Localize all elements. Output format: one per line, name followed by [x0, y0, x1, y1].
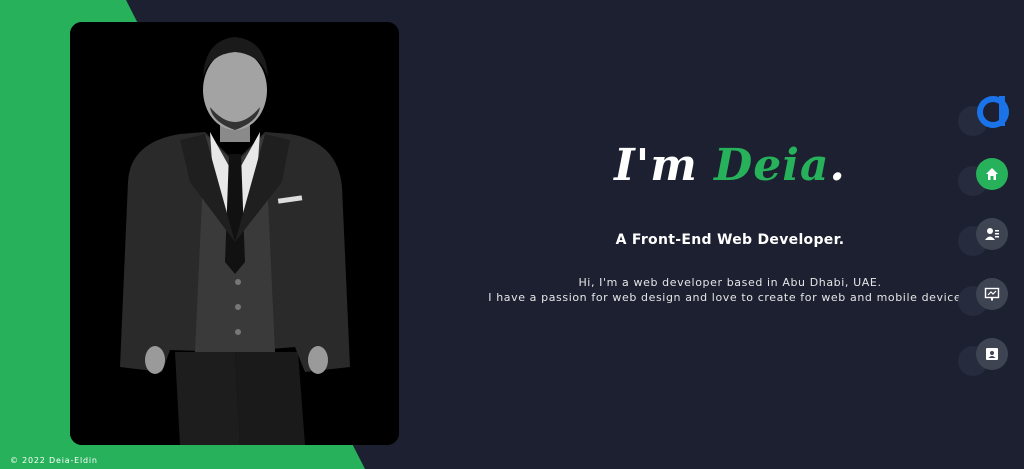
- hero-name: Deia: [714, 140, 830, 191]
- about-icon: [985, 228, 999, 240]
- hero-subtitle: A Front-End Web Developer.: [615, 232, 845, 248]
- intro-line-1: Hi, I'm a web developer based in Abu Dha…: [578, 276, 882, 289]
- nav-about-button[interactable]: [976, 218, 1008, 250]
- hero-title: I'm Deia.: [470, 140, 990, 191]
- hero-period: .: [829, 140, 846, 191]
- nav-home-button[interactable]: [976, 158, 1008, 190]
- hero-intro: Hi, I'm a web developer based in Abu Dha…: [470, 275, 990, 305]
- footer-copyright: © 2022 Deia-Eldin: [10, 456, 98, 465]
- hero-heading-container: I'm Deia.: [470, 140, 990, 191]
- site-logo-icon[interactable]: [975, 94, 1011, 130]
- nav-contact-button[interactable]: [976, 338, 1008, 370]
- home-icon: [986, 168, 998, 180]
- portfolio-icon: [984, 287, 1000, 301]
- nav-portfolio-button[interactable]: [976, 278, 1008, 310]
- contact-icon: [986, 348, 998, 360]
- intro-line-2: I have a passion for web design and love…: [488, 291, 972, 304]
- hero-greeting: I'm: [614, 140, 698, 191]
- profile-photo: [70, 22, 399, 445]
